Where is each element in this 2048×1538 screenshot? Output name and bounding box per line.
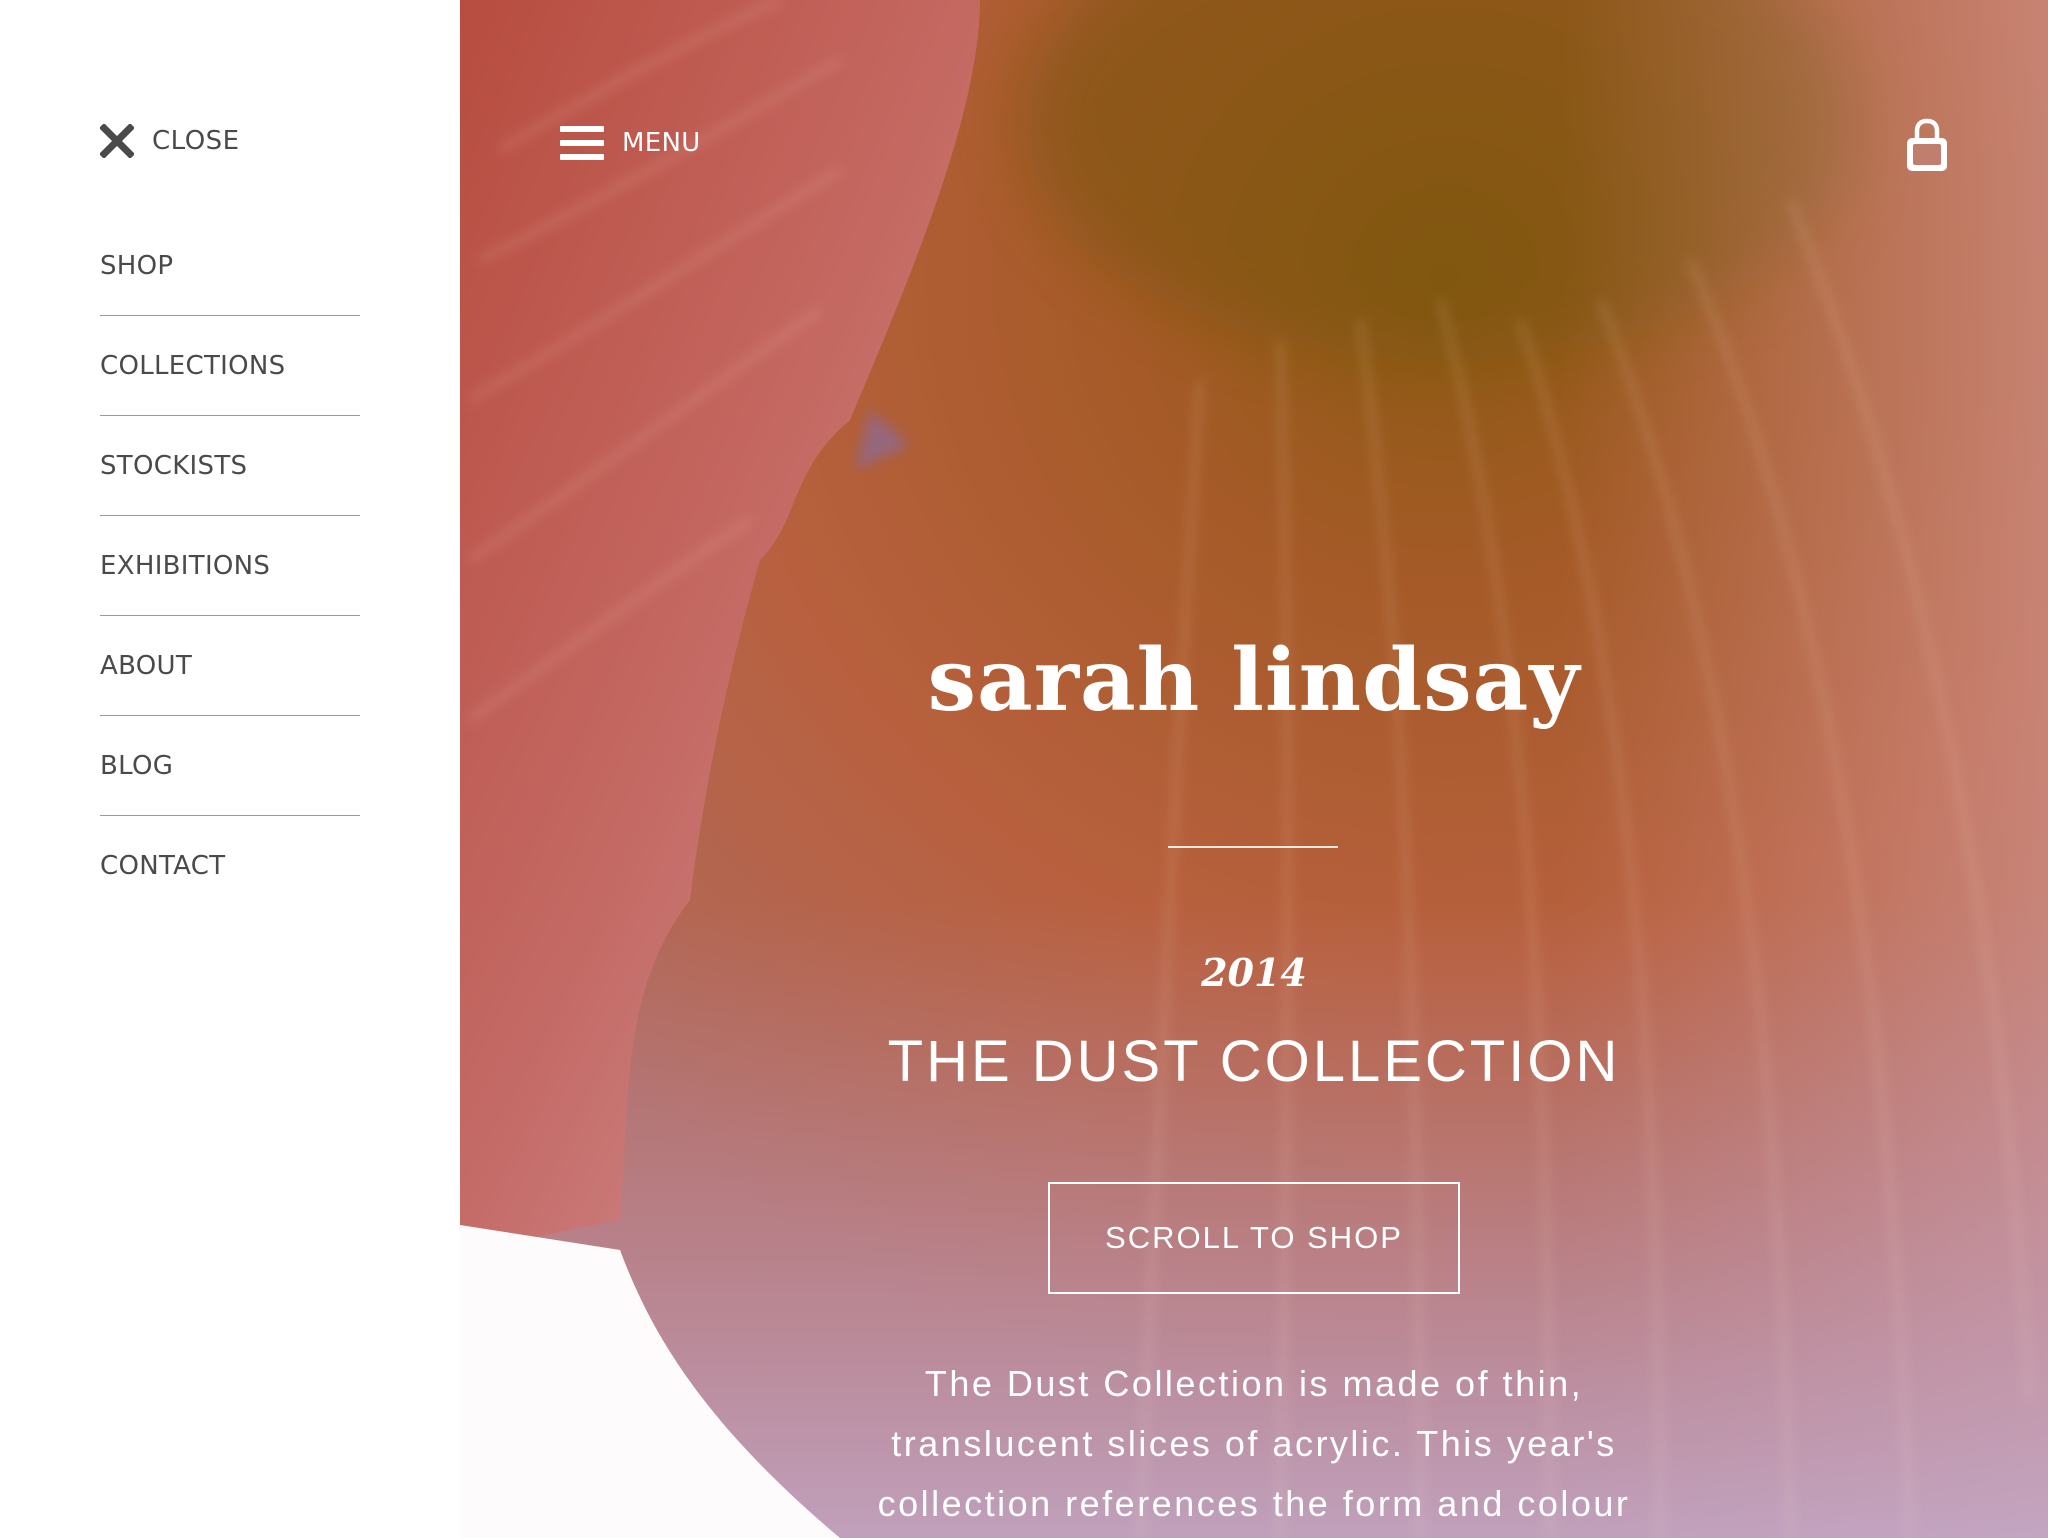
menu-button[interactable]: MENU (560, 124, 701, 162)
nav-item-about[interactable]: ABOUT (100, 616, 360, 716)
nav-item-contact[interactable]: CONTACT (100, 816, 360, 916)
nav-item-collections[interactable]: COLLECTIONS (100, 316, 360, 416)
cart-button[interactable] (1904, 118, 1950, 174)
collection-description: The Dust Collection is made of thin, tra… (854, 1354, 1654, 1534)
title-divider (1168, 846, 1338, 848)
shopping-bag-icon (1907, 118, 1947, 171)
hero-section: MENU sarah lindsay 2014 THE DUST COLLECT… (460, 0, 2048, 1538)
scroll-to-shop-button[interactable]: SCROLL TO SHOP (1048, 1182, 1460, 1294)
description-line: collection references the form and colou… (877, 1483, 1631, 1524)
nav-item-blog[interactable]: BLOG (100, 716, 360, 816)
collection-year: 2014 (1201, 950, 1307, 995)
close-button[interactable]: CLOSE (100, 124, 240, 158)
menu-label: MENU (622, 128, 701, 158)
close-label: CLOSE (152, 126, 240, 156)
description-line: translucent slices of acrylic. This year… (891, 1423, 1617, 1464)
close-icon (100, 124, 134, 158)
nav-drawer: CLOSE SHOP COLLECTIONS STOCKISTS EXHIBIT… (0, 0, 460, 1538)
description-line: The Dust Collection is made of thin, (924, 1363, 1584, 1404)
nav-item-shop[interactable]: SHOP (100, 216, 360, 316)
drawer-nav: SHOP COLLECTIONS STOCKISTS EXHIBITIONS A… (100, 216, 360, 916)
collection-title: THE DUST COLLECTION (887, 1029, 1621, 1094)
brand-title: sarah lindsay (927, 630, 1581, 731)
hero-background-image (460, 0, 2048, 1538)
nav-item-exhibitions[interactable]: EXHIBITIONS (100, 516, 360, 616)
nav-item-stockists[interactable]: STOCKISTS (100, 416, 360, 516)
hamburger-icon (560, 126, 604, 160)
